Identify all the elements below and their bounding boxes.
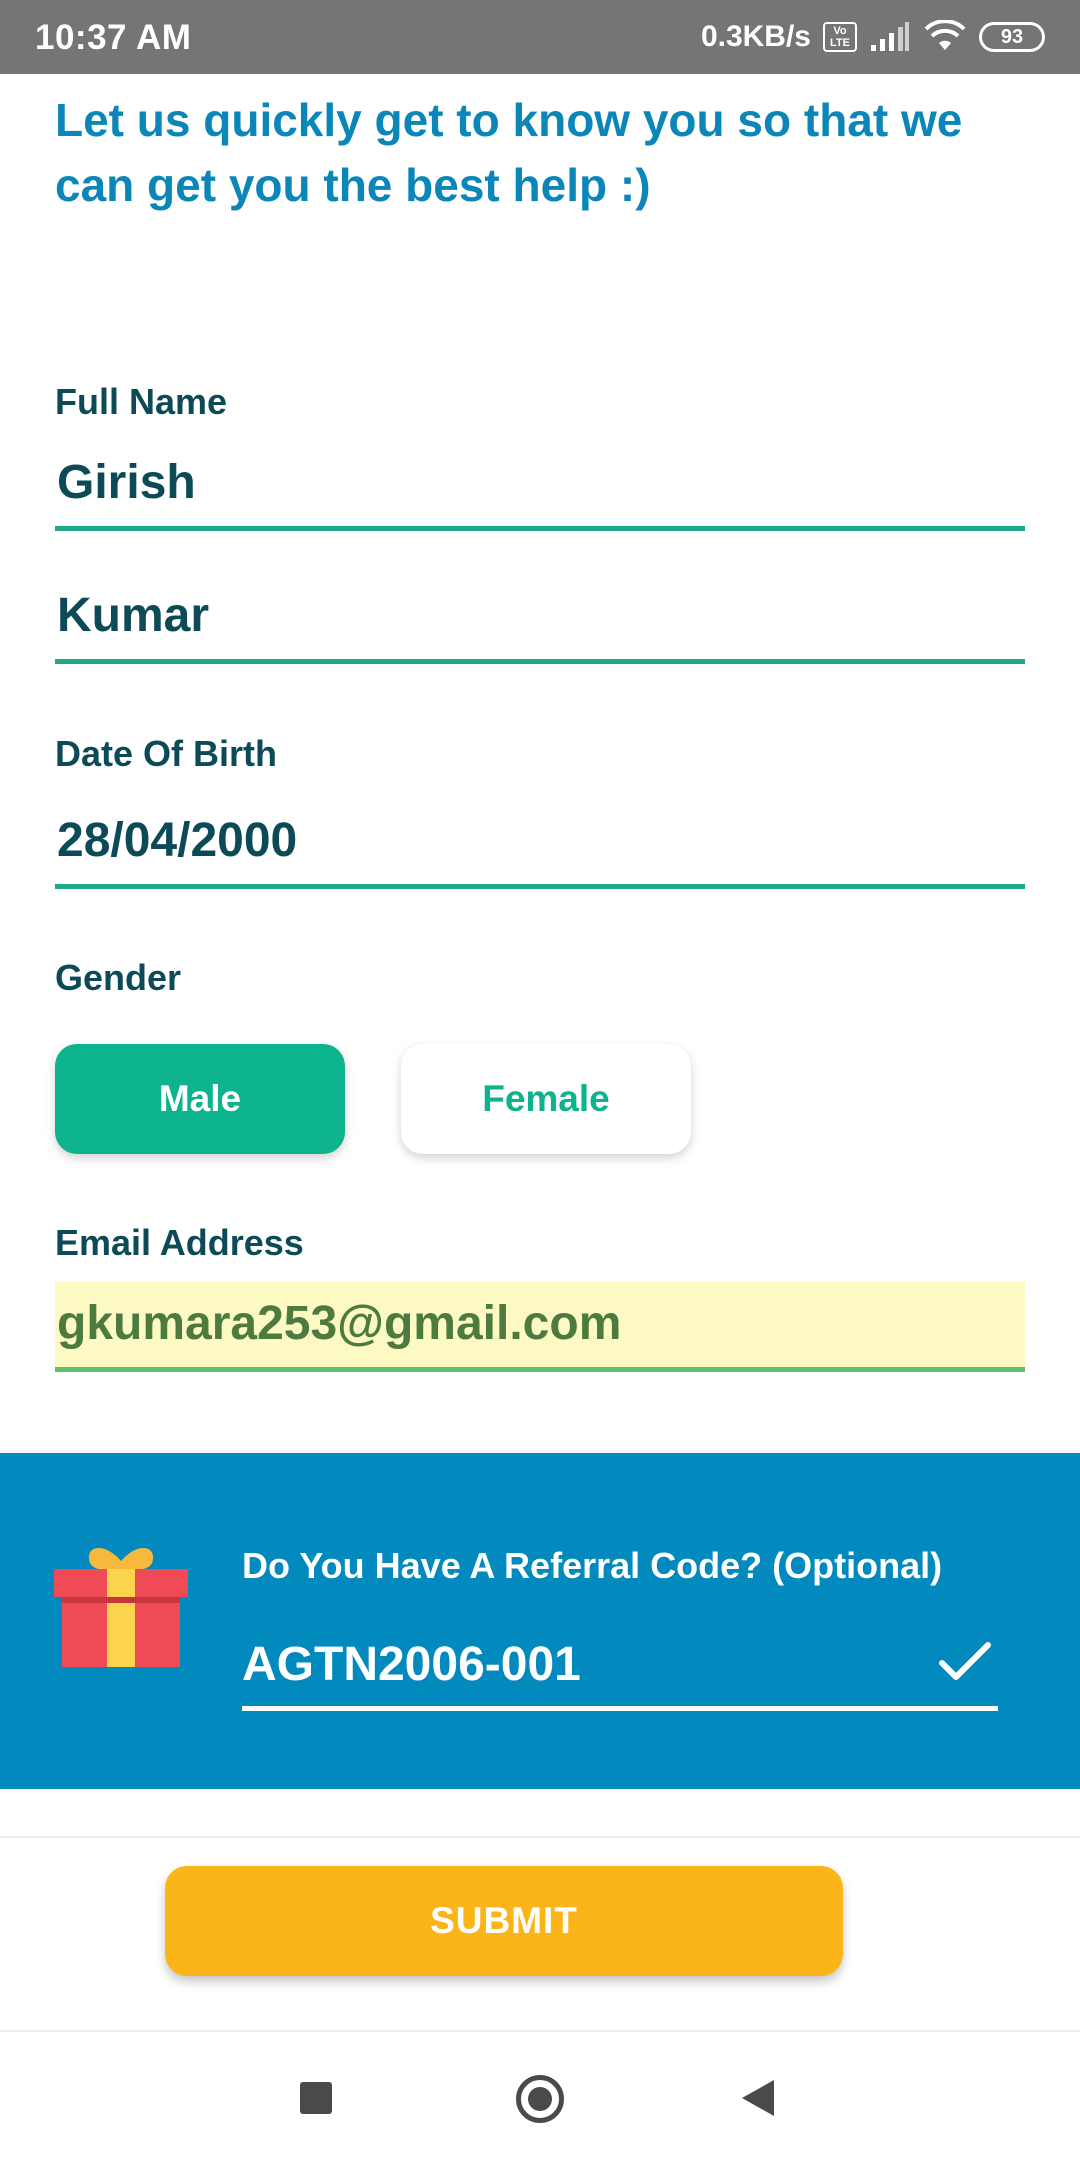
home-icon-dot xyxy=(528,2087,552,2111)
gift-icon xyxy=(54,1548,188,1667)
recents-icon[interactable] xyxy=(300,2082,332,2114)
status-time: 10:37 AM xyxy=(35,18,192,57)
gender-male-button[interactable]: Male xyxy=(55,1044,345,1154)
gender-label: Gender xyxy=(55,957,182,998)
dob-value: 28/04/2000 xyxy=(57,814,298,867)
check-icon xyxy=(939,1642,991,1680)
status-icons: 0.3KB/s Vo LTE 93 xyxy=(701,16,1045,58)
volte-bottom-text: LTE xyxy=(830,37,850,49)
referral-code-field[interactable]: AGTN2006-001 xyxy=(242,1629,998,1711)
divider xyxy=(0,1836,1080,1838)
navigation-bar xyxy=(0,2032,1080,2160)
dob-field[interactable]: 28/04/2000 xyxy=(55,813,1025,889)
intro-headline: Let us quickly get to know you so that w… xyxy=(55,94,963,211)
last-name-field[interactable]: Kumar xyxy=(55,588,1025,664)
referral-code-value: AGTN2006-001 xyxy=(242,1638,581,1691)
full-name-label: Full Name xyxy=(55,381,228,422)
signal-icon xyxy=(871,22,909,51)
network-speed: 0.3KB/s xyxy=(700,20,811,53)
email-field[interactable]: gkumara253@gmail.com xyxy=(55,1282,1025,1372)
dob-label: Date Of Birth xyxy=(55,733,278,774)
email-value: gkumara253@gmail.com xyxy=(57,1297,622,1350)
wifi-icon xyxy=(924,20,966,50)
gender-female-button[interactable]: Female xyxy=(401,1044,691,1154)
first-name-value: Girish xyxy=(57,456,196,509)
first-name-field[interactable]: Girish xyxy=(55,455,1025,531)
email-label: Email Address xyxy=(55,1222,304,1263)
last-name-value: Kumar xyxy=(57,589,210,642)
volte-icon: Vo LTE xyxy=(823,22,857,52)
volte-top-text: Vo xyxy=(833,25,847,37)
referral-panel: Do You Have A Referral Code? (Optional) … xyxy=(0,1453,1080,1789)
battery-icon: 93 xyxy=(979,22,1045,52)
submit-button[interactable]: SUBMIT xyxy=(165,1866,843,1976)
home-icon[interactable] xyxy=(516,2075,564,2123)
referral-label: Do You Have A Referral Code? (Optional) xyxy=(242,1545,943,1586)
screen: 10:37 AM 0.3KB/s Vo LTE 93 Let us quickl… xyxy=(0,0,1080,2160)
status-bar: 10:37 AM 0.3KB/s Vo LTE 93 xyxy=(0,0,1080,74)
battery-level: 93 xyxy=(1000,25,1024,48)
back-icon[interactable] xyxy=(742,2080,774,2116)
